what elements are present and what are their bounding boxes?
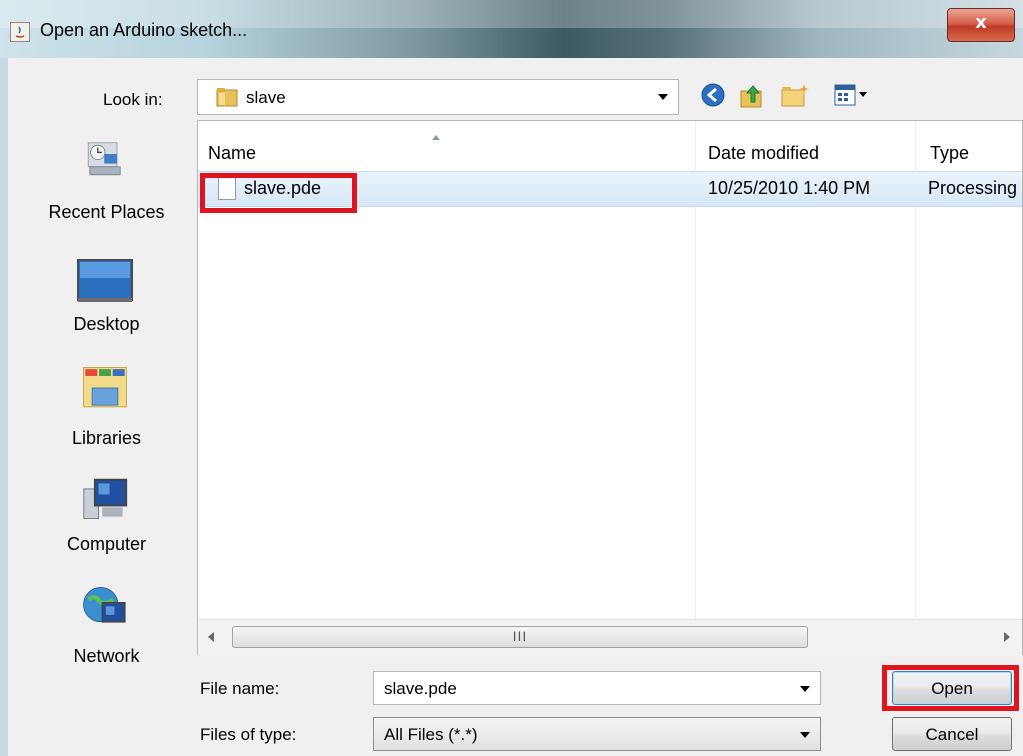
- scroll-left-icon[interactable]: [208, 632, 214, 642]
- file-name-field[interactable]: slave.pde: [373, 671, 821, 705]
- view-menu-icon[interactable]: [832, 82, 874, 112]
- place-label: Network: [73, 646, 140, 666]
- sort-ascending-icon: [432, 135, 440, 140]
- desktop-icon: [77, 259, 133, 302]
- place-label: Computer: [66, 534, 147, 554]
- horizontal-scrollbar[interactable]: III: [198, 619, 1022, 656]
- places-bar: Recent Places Desktop Libraries Computer: [14, 120, 199, 680]
- close-icon: x: [975, 12, 987, 33]
- place-label: Libraries: [71, 428, 142, 448]
- folder-icon: [216, 88, 238, 107]
- java-app-icon: [10, 22, 30, 42]
- chevron-down-icon: [658, 94, 668, 100]
- file-name-value: slave.pde: [384, 679, 457, 698]
- chevron-down-icon[interactable]: [800, 686, 810, 692]
- place-label: Recent Places: [48, 202, 165, 222]
- file-type-label: Files of type:: [200, 725, 297, 744]
- file-type-dropdown[interactable]: All Files (*.*): [373, 717, 821, 751]
- file-type-value: All Files (*.*): [384, 725, 478, 744]
- up-folder-icon[interactable]: [738, 82, 768, 112]
- scroll-grip-icon: III: [512, 628, 528, 644]
- libraries-icon: [83, 367, 127, 408]
- chevron-down-icon: [800, 732, 810, 738]
- look-in-dropdown[interactable]: slave: [197, 79, 679, 115]
- network-icon: [83, 587, 126, 623]
- file-date-cell: 10/25/2010 1:40 PM: [708, 178, 871, 198]
- look-in-label: Look in:: [103, 90, 163, 109]
- highlight-box: [882, 665, 1019, 711]
- scrollbar-thumb[interactable]: III: [232, 626, 808, 648]
- window-title: Open an Arduino sketch...: [40, 20, 248, 40]
- recent-places-icon: [87, 142, 121, 176]
- highlight-box: [200, 173, 357, 213]
- place-label: Desktop: [73, 314, 140, 334]
- file-type-cell: Processing: [928, 178, 1018, 198]
- title-bar: Open an Arduino sketch... x: [0, 0, 1023, 58]
- cancel-button[interactable]: Cancel: [892, 717, 1012, 751]
- cancel-button-label: Cancel: [925, 725, 979, 744]
- scroll-right-icon[interactable]: [1004, 632, 1010, 642]
- file-name-label: File name:: [200, 679, 280, 698]
- computer-icon: [83, 478, 128, 519]
- close-button[interactable]: x: [947, 8, 1015, 42]
- new-folder-icon[interactable]: [780, 82, 810, 112]
- look-in-value: slave: [246, 88, 286, 107]
- back-icon[interactable]: [700, 82, 730, 112]
